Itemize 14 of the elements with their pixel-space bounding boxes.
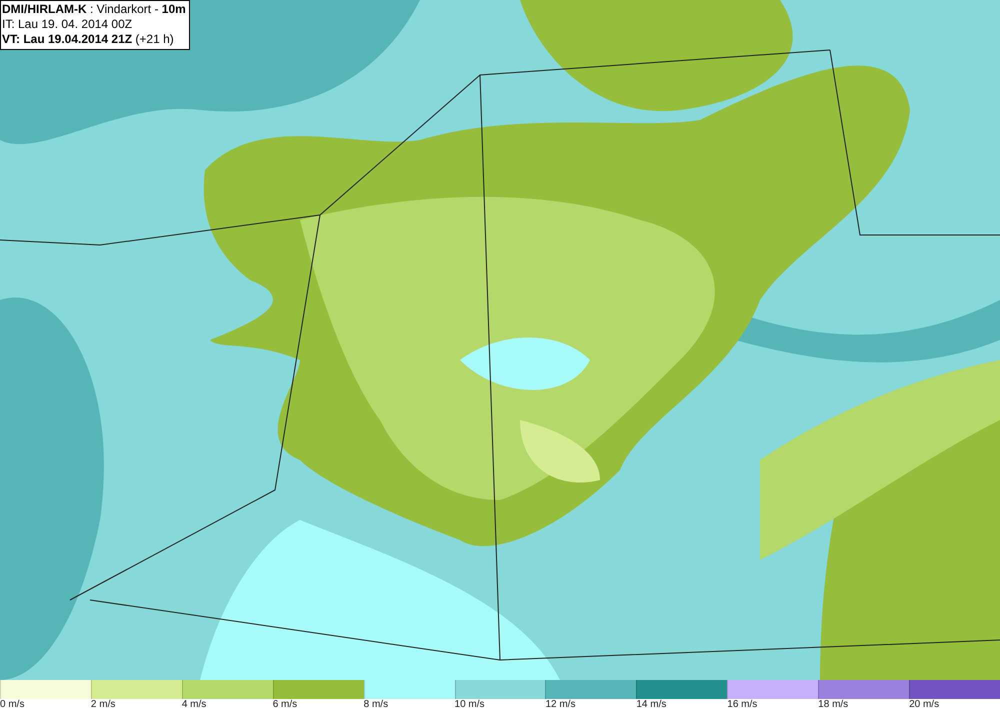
- header-text: DMI/HIRLAM-K : Vindarkort - 10m: [2, 2, 186, 17]
- legend-label: 14 m/s: [636, 699, 666, 710]
- legend-label: 8 m/s: [364, 699, 388, 710]
- legend-label: 0 m/s: [0, 699, 24, 710]
- legend-label: 2 m/s: [90, 699, 116, 710]
- legend-label: 4 m/s: [182, 699, 206, 710]
- header-text: VT: Lau 19.04.2014 21Z (+21 h): [2, 32, 175, 47]
- legend-label: 20 m/s: [909, 699, 940, 710]
- legend-label: 6 m/s: [272, 699, 298, 710]
- legend-label: 12 m/s: [545, 699, 576, 710]
- legend-label: 16 m/s: [727, 699, 758, 710]
- legend-label: 10 m/s: [454, 699, 485, 710]
- legend-label: 18 m/s: [818, 699, 848, 710]
- header-text: IT: Lau 19. 04. 2014 00Z: [2, 17, 134, 32]
